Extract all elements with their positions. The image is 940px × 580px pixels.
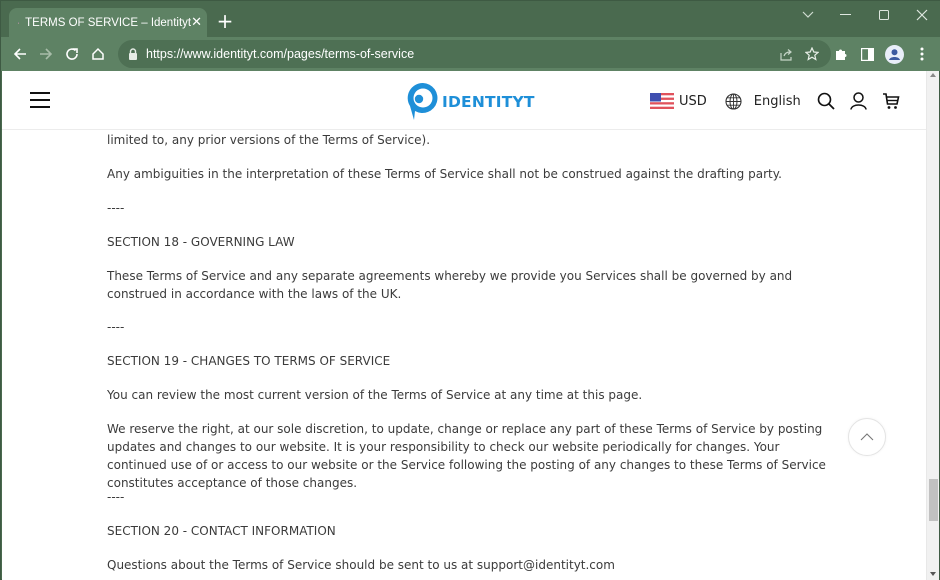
section-heading: SECTION 19 - CHANGES TO TERMS OF SERVICE bbox=[107, 354, 391, 368]
paragraph: limited to, any prior versions of the Te… bbox=[107, 133, 431, 147]
forward-arrow-icon bbox=[40, 48, 53, 60]
separator: ---- bbox=[107, 201, 125, 215]
close-icon bbox=[916, 9, 928, 21]
url-text[interactable]: https://www.identityt.com/pages/terms-of… bbox=[146, 47, 773, 61]
profile-button[interactable] bbox=[881, 41, 908, 67]
forward-button[interactable] bbox=[33, 41, 59, 67]
back-arrow-icon bbox=[13, 48, 26, 60]
site-logo[interactable]: IDENTITYT bbox=[405, 80, 535, 124]
tab-terms-of-service[interactable]: TERMS OF SERVICE – Identityt ✕ bbox=[9, 8, 207, 37]
browser-toolbar: https://www.identityt.com/pages/terms-of… bbox=[1, 37, 940, 71]
tab-strip: TERMS OF SERVICE – Identityt ✕ + bbox=[1, 1, 940, 37]
new-tab-button[interactable]: + bbox=[215, 11, 235, 31]
tab-title: TERMS OF SERVICE – Identityt bbox=[25, 16, 192, 29]
globe-icon bbox=[725, 92, 742, 110]
menu-icon[interactable] bbox=[30, 92, 50, 108]
extensions-button[interactable] bbox=[827, 41, 854, 67]
bookmark-button[interactable] bbox=[799, 41, 825, 67]
section-heading: SECTION 20 - CONTACT INFORMATION bbox=[107, 524, 336, 538]
maximize-icon bbox=[878, 9, 889, 20]
minimize-button[interactable] bbox=[827, 1, 865, 29]
puzzle-icon bbox=[835, 49, 846, 60]
vertical-scrollbar[interactable] bbox=[926, 71, 939, 580]
chevron-up-icon bbox=[860, 433, 874, 441]
avatar-icon bbox=[885, 44, 904, 64]
account-button[interactable] bbox=[849, 92, 867, 110]
kebab-menu-icon bbox=[920, 47, 923, 61]
minimize-icon bbox=[840, 14, 851, 15]
language-selector[interactable]: English bbox=[725, 92, 801, 110]
language-label: English bbox=[753, 93, 801, 109]
tab-search-button[interactable] bbox=[789, 1, 827, 29]
scroll-to-top-button[interactable] bbox=[848, 418, 886, 456]
star-icon bbox=[805, 47, 819, 61]
side-panel-icon bbox=[861, 47, 874, 61]
maximize-button[interactable] bbox=[865, 1, 903, 29]
site-header: IDENTITYT USD English bbox=[2, 71, 926, 130]
address-bar[interactable]: https://www.identityt.com/pages/terms-of… bbox=[118, 40, 831, 68]
paragraph: You can review the most current version … bbox=[107, 388, 643, 402]
paragraph: Questions about the Terms of Service sho… bbox=[107, 558, 615, 572]
side-panel-button[interactable] bbox=[854, 41, 881, 67]
paragraph: We reserve the right, at our sole discre… bbox=[107, 422, 826, 490]
scroll-up-arrow-icon[interactable] bbox=[930, 73, 936, 77]
reload-button[interactable] bbox=[59, 41, 85, 67]
user-icon bbox=[849, 92, 867, 110]
close-window-button[interactable] bbox=[903, 1, 940, 29]
currency-label: USD bbox=[679, 93, 707, 109]
separator: ---- bbox=[107, 320, 125, 334]
home-icon bbox=[92, 47, 104, 60]
reload-icon bbox=[66, 48, 78, 60]
cart-button[interactable] bbox=[882, 92, 900, 110]
paragraph: These Terms of Service and any separate … bbox=[107, 269, 793, 301]
section-heading: SECTION 18 - GOVERNING LAW bbox=[107, 235, 295, 249]
scrollbar-thumb[interactable] bbox=[929, 479, 938, 521]
lock-icon bbox=[129, 48, 137, 60]
scroll-down-arrow-icon[interactable] bbox=[930, 572, 936, 576]
tab-close-icon[interactable]: ✕ bbox=[191, 15, 202, 30]
cart-icon bbox=[882, 93, 900, 109]
logo-mark-icon bbox=[407, 82, 438, 120]
browser-window: TERMS OF SERVICE – Identityt ✕ + https:/… bbox=[0, 0, 940, 580]
share-button[interactable] bbox=[773, 41, 799, 67]
us-flag-icon bbox=[650, 93, 674, 109]
chevron-down-icon bbox=[802, 11, 814, 18]
share-icon bbox=[780, 48, 792, 61]
currency-selector[interactable]: USD bbox=[650, 93, 707, 109]
us-flag-icon bbox=[18, 22, 20, 23]
home-button[interactable] bbox=[85, 41, 111, 67]
browser-menu-button[interactable] bbox=[908, 41, 935, 67]
back-button[interactable] bbox=[7, 41, 33, 67]
search-button[interactable] bbox=[817, 92, 835, 110]
page-viewport: IDENTITYT USD English limited to, any pr… bbox=[2, 71, 939, 580]
separator: ---- bbox=[107, 490, 125, 504]
paragraph: Any ambiguities in the interpretation of… bbox=[107, 167, 782, 181]
logo-text: IDENTITYT bbox=[442, 93, 535, 111]
search-icon bbox=[817, 92, 835, 110]
